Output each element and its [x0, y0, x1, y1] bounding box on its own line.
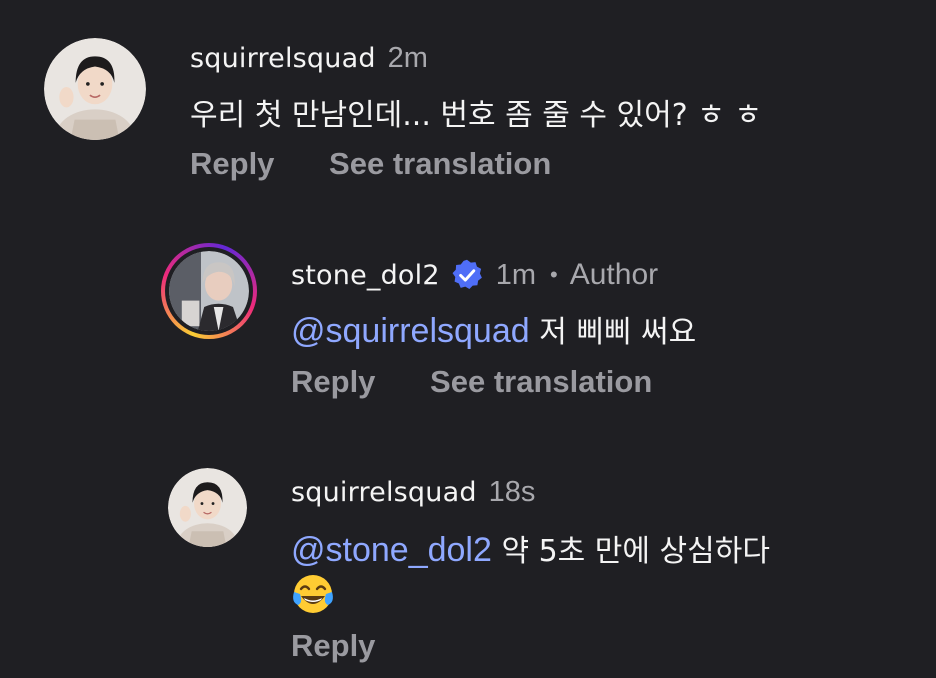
- comment-actions: Reply See translation: [190, 146, 551, 182]
- avatar[interactable]: [168, 468, 247, 547]
- see-translation-button[interactable]: See translation: [430, 364, 652, 400]
- reply-button[interactable]: Reply: [190, 146, 274, 182]
- username[interactable]: squirrelsquad: [190, 43, 376, 74]
- see-translation-button[interactable]: See translation: [329, 146, 551, 182]
- avatar-user-image: [168, 468, 247, 547]
- reply-button[interactable]: Reply: [291, 628, 375, 664]
- comment-actions: Reply See translation: [291, 364, 652, 400]
- author-label: Author: [569, 258, 659, 291]
- username[interactable]: squirrelsquad: [291, 477, 477, 508]
- avatar: [169, 251, 249, 331]
- avatar-author-image: [169, 251, 249, 331]
- mention-link[interactable]: @stone_dol2: [291, 531, 492, 569]
- avatar[interactable]: [44, 38, 146, 140]
- avatar-user-image: [44, 38, 146, 140]
- comment-header: squirrelsquad 18s: [291, 474, 535, 510]
- comment-header: stone_dol2 1m • Author: [291, 255, 658, 295]
- comment-message: 저 삐삐 써요: [539, 315, 697, 350]
- timestamp: 2m: [387, 41, 428, 74]
- mention-link[interactable]: @squirrelsquad: [291, 312, 530, 350]
- comment-text: @squirrelsquad 저 삐삐 써요: [291, 307, 696, 351]
- separator-dot: •: [550, 262, 558, 287]
- tears-of-joy-emoji-icon: [293, 575, 333, 613]
- reply-button[interactable]: Reply: [291, 364, 375, 400]
- verified-badge-icon: [452, 259, 482, 289]
- comment-actions: Reply: [291, 628, 375, 664]
- comment-text: @stone_dol2 약 5초 만에 상심하다: [291, 526, 770, 570]
- username[interactable]: stone_dol2: [291, 260, 440, 291]
- story-ring[interactable]: [161, 243, 257, 339]
- timestamp: 18s: [488, 475, 536, 508]
- comment-message: 약 5초 만에 상심하다: [501, 534, 770, 569]
- comment-text: 우리 첫 만남인데... 번호 좀 줄 수 있어? ㅎ ㅎ: [190, 98, 762, 133]
- timestamp: 1m: [495, 258, 537, 291]
- comment-header: squirrelsquad 2m: [190, 40, 428, 76]
